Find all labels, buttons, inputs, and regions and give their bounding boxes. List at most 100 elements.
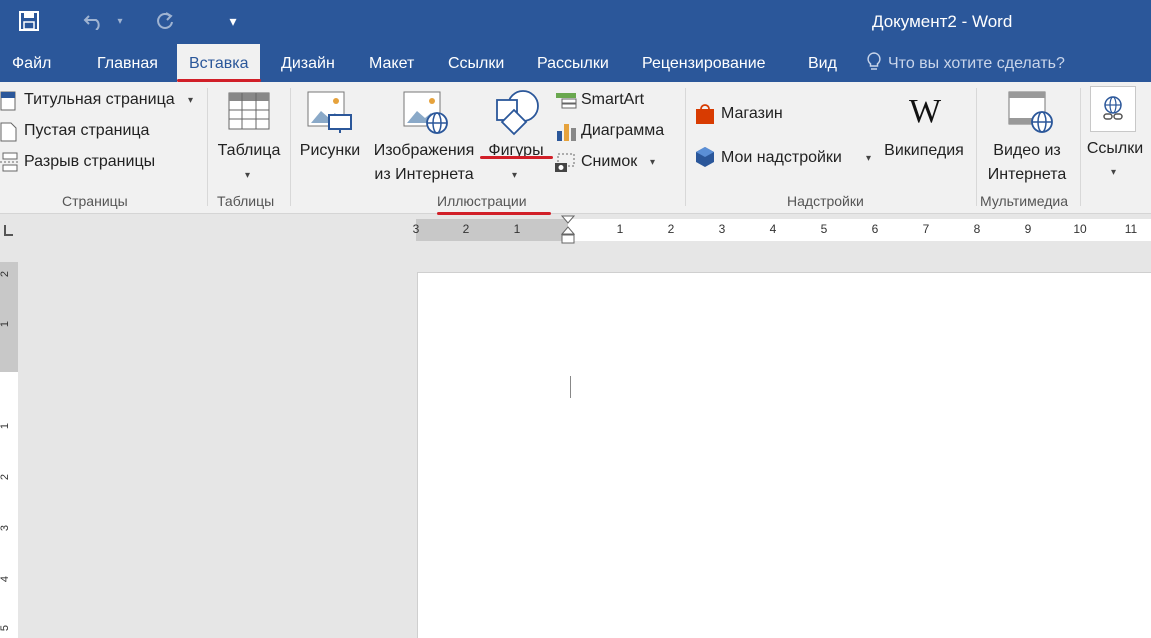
cover-page-dropdown-icon[interactable]: ▾ bbox=[188, 95, 193, 106]
ruler-number: 2 bbox=[462, 222, 470, 236]
tell-me-placeholder: Что вы хотите сделать? bbox=[888, 55, 1065, 72]
group-label-addins: Надстройки bbox=[787, 193, 864, 209]
ruler-number: 2 bbox=[0, 473, 12, 481]
blank-page-icon bbox=[0, 122, 17, 142]
redo-icon[interactable] bbox=[150, 8, 180, 34]
screenshot-icon bbox=[555, 153, 575, 172]
ruler-left-margin bbox=[416, 219, 568, 241]
vertical-ruler[interactable]: 2 1 1 2 3 4 5 bbox=[0, 262, 18, 638]
horizontal-ruler[interactable]: 3 2 1 1 2 3 4 5 6 7 8 9 10 11 bbox=[412, 215, 1151, 244]
document-page[interactable] bbox=[417, 272, 1151, 638]
ruler-number: 5 bbox=[820, 222, 828, 236]
ruler-number: 11 bbox=[1124, 222, 1138, 236]
customize-qat-icon[interactable]: ▾ bbox=[222, 8, 244, 34]
ruler-number: 4 bbox=[0, 575, 12, 583]
shapes-dropdown-icon[interactable]: ▾ bbox=[512, 170, 517, 181]
group-label-pages: Страницы bbox=[62, 193, 128, 209]
tab-design[interactable]: Дизайн bbox=[281, 44, 335, 82]
online-video-button-line2[interactable]: Интернета bbox=[982, 166, 1072, 184]
chart-icon bbox=[557, 124, 576, 141]
screenshot-dropdown-icon[interactable]: ▾ bbox=[650, 157, 655, 168]
pictures-button[interactable]: Рисунки bbox=[294, 142, 366, 160]
annotation-underline-illustrations bbox=[437, 212, 551, 215]
online-video-icon bbox=[1008, 91, 1053, 133]
online-video-button[interactable]: Видео из bbox=[982, 142, 1072, 160]
table-dropdown-icon[interactable]: ▾ bbox=[245, 170, 250, 181]
ruler-number: 6 bbox=[871, 222, 879, 236]
ruler-number: 2 bbox=[667, 222, 675, 236]
window-title: Документ2 - Word bbox=[872, 12, 1013, 31]
indent-marker-icon[interactable] bbox=[561, 215, 575, 247]
tab-references[interactable]: Ссылки bbox=[448, 44, 504, 82]
page-break-button[interactable]: Разрыв страницы bbox=[24, 153, 155, 171]
group-separator bbox=[685, 88, 686, 206]
tab-layout[interactable]: Макет bbox=[369, 44, 414, 82]
save-icon[interactable] bbox=[14, 8, 44, 34]
wikipedia-button[interactable]: Википедия bbox=[878, 142, 970, 160]
online-pictures-button-line2[interactable]: из Интернета bbox=[366, 166, 482, 184]
ruler-number: 3 bbox=[0, 524, 12, 532]
ribbon-insert: Титульная страница ▾ Пустая страница Раз… bbox=[0, 82, 1151, 214]
ruler-number: 8 bbox=[973, 222, 981, 236]
group-separator bbox=[976, 88, 977, 206]
cover-page-icon bbox=[0, 91, 16, 111]
svg-text:W: W bbox=[909, 94, 942, 128]
blank-page-button[interactable]: Пустая страница bbox=[24, 122, 149, 140]
smartart-icon bbox=[556, 93, 577, 109]
ruler-number: 3 bbox=[718, 222, 726, 236]
ruler-number: 1 bbox=[0, 422, 12, 430]
pictures-icon bbox=[307, 91, 352, 133]
tab-stop-left-icon bbox=[4, 225, 13, 236]
tab-file[interactable]: Файл bbox=[12, 44, 51, 82]
links-icon bbox=[1103, 96, 1123, 120]
table-button[interactable]: Таблица bbox=[214, 142, 284, 160]
chart-button[interactable]: Диаграмма bbox=[581, 122, 664, 140]
tab-review[interactable]: Рецензирование bbox=[642, 44, 766, 82]
my-addins-button[interactable]: Мои надстройки bbox=[721, 149, 842, 167]
online-pictures-button[interactable]: Изображения bbox=[366, 142, 482, 160]
ribbon-tabs: Файл Главная Вставка Дизайн Макет Ссылки… bbox=[0, 44, 1151, 82]
my-addins-dropdown-icon[interactable]: ▾ bbox=[866, 153, 871, 164]
screenshot-button[interactable]: Снимок bbox=[581, 153, 637, 171]
shapes-icon bbox=[496, 90, 539, 136]
tab-home[interactable]: Главная bbox=[97, 44, 158, 82]
my-addins-icon bbox=[696, 147, 714, 167]
wikipedia-icon: W bbox=[909, 94, 942, 128]
ruler-number: 10 bbox=[1073, 222, 1087, 236]
tab-view[interactable]: Вид bbox=[808, 44, 837, 82]
ruler-number: 5 bbox=[0, 624, 12, 632]
tab-insert[interactable]: Вставка bbox=[177, 44, 261, 82]
ruler-number: 2 bbox=[0, 270, 12, 278]
ruler-number: 9 bbox=[1024, 222, 1032, 236]
group-separator bbox=[1080, 88, 1081, 206]
cover-page-button[interactable]: Титульная страница bbox=[24, 91, 175, 109]
tab-mailings[interactable]: Рассылки bbox=[537, 44, 609, 82]
lightbulb-icon bbox=[867, 52, 881, 70]
links-button[interactable]: Ссылки bbox=[1083, 140, 1147, 158]
ruler-number: 1 bbox=[616, 222, 624, 236]
online-pictures-icon bbox=[403, 91, 448, 134]
group-label-illustrations: Иллюстрации bbox=[437, 193, 527, 209]
text-cursor bbox=[570, 376, 571, 398]
title-bar: ▾ ▾ Документ2 - Word bbox=[0, 0, 1151, 44]
ruler-number: 1 bbox=[513, 222, 521, 236]
annotation-underline-shapes bbox=[480, 156, 553, 159]
group-separator bbox=[290, 88, 291, 206]
links-dropdown-icon[interactable]: ▾ bbox=[1111, 167, 1116, 178]
group-separator bbox=[207, 88, 208, 206]
undo-dropdown-icon[interactable]: ▾ bbox=[112, 8, 128, 34]
tell-me-search[interactable]: Что вы хотите сделать? bbox=[866, 44, 1065, 82]
ruler-number: 7 bbox=[922, 222, 930, 236]
smartart-button[interactable]: SmartArt bbox=[581, 91, 644, 109]
undo-icon[interactable] bbox=[78, 8, 110, 34]
store-button[interactable]: Магазин bbox=[721, 105, 783, 123]
page-break-icon bbox=[0, 152, 20, 172]
ruler-top-margin bbox=[0, 262, 18, 372]
ruler-number: 4 bbox=[769, 222, 777, 236]
ruler-number: 3 bbox=[412, 222, 420, 236]
table-icon bbox=[228, 92, 270, 130]
store-icon bbox=[696, 104, 714, 124]
links-icon-frame bbox=[1090, 86, 1136, 132]
ruler-number: 1 bbox=[0, 320, 12, 328]
tab-selector[interactable] bbox=[0, 215, 20, 245]
